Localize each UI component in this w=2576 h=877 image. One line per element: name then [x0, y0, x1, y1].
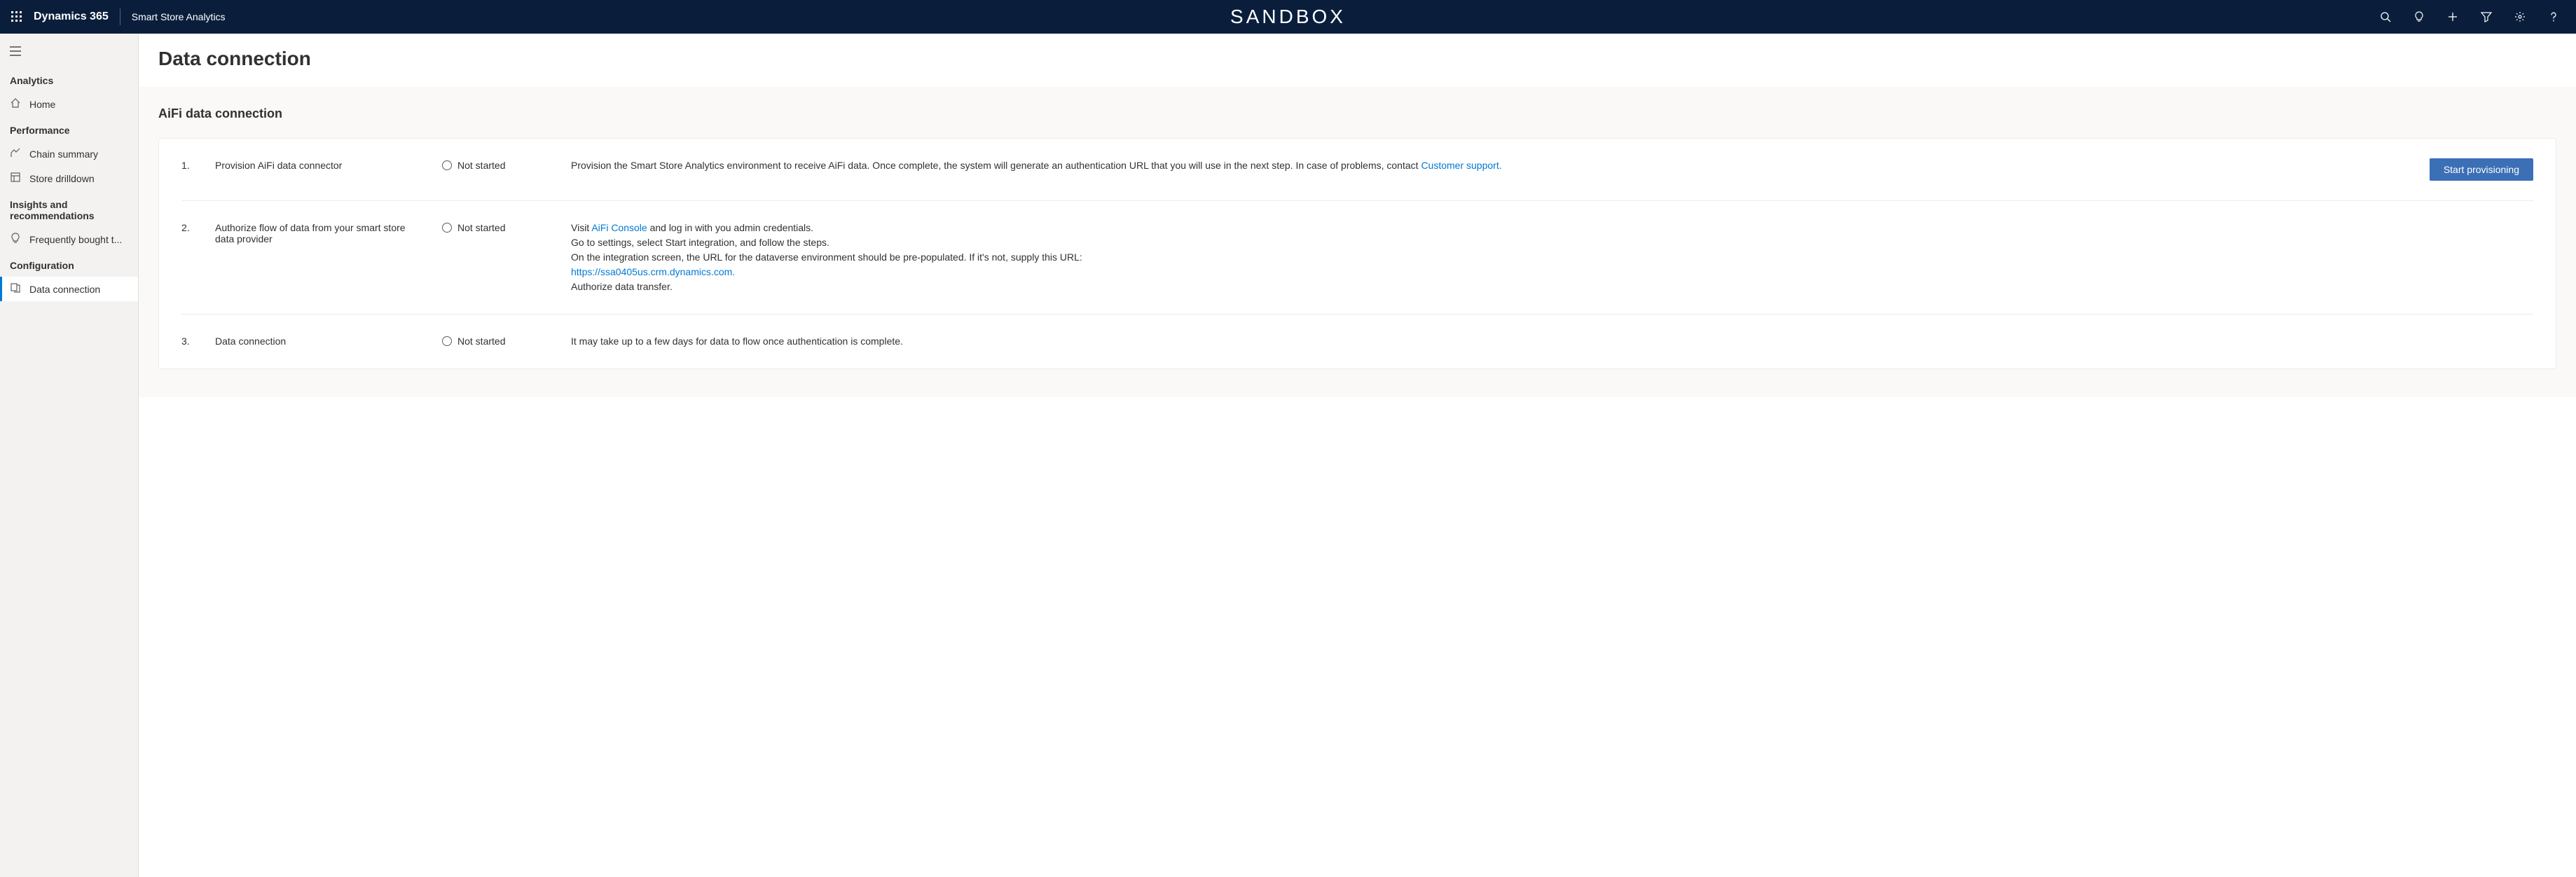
sidebar-item-chain-summary[interactable]: Chain summary	[0, 141, 138, 166]
settings-icon[interactable]	[2503, 0, 2537, 34]
step-status: Not started	[442, 221, 554, 233]
nav-group-title: Insights and recommendations	[0, 191, 138, 227]
step-status: Not started	[442, 334, 554, 347]
step-link[interactable]: AiFi Console	[591, 222, 647, 233]
home-icon	[10, 97, 21, 111]
step-title: Data connection	[215, 334, 425, 347]
sidebar-item-label: Chain summary	[29, 149, 98, 160]
sidebar-nav: Analytics Home Performance Chain summary Sto…	[0, 34, 139, 877]
step-number: 2.	[181, 221, 198, 233]
step-link[interactable]: https://ssa0405us.crm.dynamics.com.	[571, 266, 735, 277]
step-text: Visit	[571, 222, 591, 233]
header-actions	[2369, 0, 2570, 34]
app-subtitle[interactable]: Smart Store Analytics	[132, 11, 226, 22]
filter-icon[interactable]	[2470, 0, 2503, 34]
step-text: On the integration screen, the URL for t…	[571, 251, 1082, 263]
step-desc-line: Go to settings, select Start integration…	[571, 235, 2516, 250]
step-link[interactable]: Customer support.	[1421, 160, 1501, 171]
lightbulb-icon[interactable]	[2402, 0, 2436, 34]
step-desc-line: Authorize data transfer.	[571, 279, 2516, 294]
start-provisioning-button[interactable]: Start provisioning	[2430, 158, 2533, 181]
sidebar-item-label: Store drilldown	[29, 173, 95, 184]
step-action: Start provisioning	[2430, 158, 2533, 181]
status-circle-icon	[442, 336, 452, 346]
step-text: and log in with you admin credentials.	[647, 222, 813, 233]
step-text: Provision the Smart Store Analytics envi…	[571, 160, 1421, 171]
data-icon	[10, 282, 21, 296]
step-number: 3.	[181, 334, 198, 347]
add-icon[interactable]	[2436, 0, 2470, 34]
hamburger-icon[interactable]	[0, 39, 138, 67]
status-circle-icon	[442, 160, 452, 170]
search-icon[interactable]	[2369, 0, 2402, 34]
environment-badge: SANDBOX	[1230, 6, 1346, 28]
sidebar-item-data-connection[interactable]: Data connection	[0, 277, 138, 301]
step-description: Visit AiFi Console and log in with you a…	[571, 221, 2533, 294]
sidebar-item-home[interactable]: Home	[0, 92, 138, 116]
bulb-icon	[10, 233, 21, 246]
nav-group-title: Performance	[0, 116, 138, 141]
chart-icon	[10, 147, 21, 160]
step-status-text: Not started	[457, 336, 505, 347]
step-desc-line: Visit AiFi Console and log in with you a…	[571, 221, 2516, 235]
step-row: 3. Data connection Not started It may take …	[181, 315, 2533, 368]
step-description: Provision the Smart Store Analytics envi…	[571, 158, 2413, 173]
section-title: AiFi data connection	[158, 106, 2556, 121]
sidebar-item-label: Home	[29, 99, 55, 110]
sidebar-item-frequently-bought-t[interactable]: Frequently bought t...	[0, 227, 138, 251]
app-launcher-icon[interactable]	[6, 0, 28, 34]
step-desc-line: https://ssa0405us.crm.dynamics.com.	[571, 265, 2516, 279]
step-status-text: Not started	[457, 160, 505, 171]
sidebar-item-label: Data connection	[29, 284, 100, 295]
sidebar-item-store-drilldown[interactable]: Store drilldown	[0, 166, 138, 191]
step-status: Not started	[442, 158, 554, 171]
sidebar-item-label: Frequently bought t...	[29, 234, 122, 245]
step-desc-line: On the integration screen, the URL for t…	[571, 250, 2516, 265]
step-text: It may take up to a few days for data to…	[571, 336, 903, 347]
help-icon[interactable]	[2537, 0, 2570, 34]
steps-card: 1. Provision AiFi data connector Not start…	[158, 138, 2556, 369]
step-description: It may take up to a few days for data to…	[571, 334, 2533, 349]
status-circle-icon	[442, 223, 452, 233]
step-number: 1.	[181, 158, 198, 171]
step-row: 2. Authorize flow of data from your smart…	[181, 201, 2533, 315]
step-status-text: Not started	[457, 222, 505, 233]
store-icon	[10, 172, 21, 185]
global-header: Dynamics 365 Smart Store Analytics SANDB…	[0, 0, 2576, 34]
step-row: 1. Provision AiFi data connector Not start…	[181, 139, 2533, 201]
step-text: Go to settings, select Start integration…	[571, 237, 829, 248]
nav-group-title: Analytics	[0, 67, 138, 92]
app-title[interactable]: Dynamics 365	[34, 11, 109, 23]
page-title: Data connection	[158, 48, 2556, 70]
nav-group-title: Configuration	[0, 251, 138, 277]
step-text: Authorize data transfer.	[571, 281, 673, 292]
step-title: Authorize flow of data from your smart s…	[215, 221, 425, 244]
step-title: Provision AiFi data connector	[215, 158, 425, 171]
main-content: Data connection AiFi data connection 1. P…	[139, 34, 2576, 877]
